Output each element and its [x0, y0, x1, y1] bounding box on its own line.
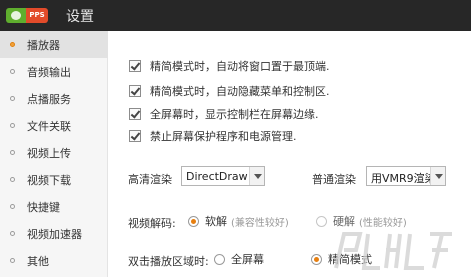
bullet-icon	[10, 42, 15, 47]
sidebar-item-shortcuts[interactable]: 快捷键	[0, 193, 108, 220]
settings-sidebar: 播放器 音频输出 点播服务 文件关联 视频上传 视频下载 快捷键 视频加速器 其…	[0, 31, 108, 277]
sidebar-item-other[interactable]: 其他	[0, 247, 108, 274]
bullet-icon	[10, 123, 15, 128]
decode-hardware-radio[interactable]	[316, 215, 327, 227]
sidebar-item-label: 音频输出	[27, 66, 71, 79]
logo-green-mark	[6, 8, 26, 23]
dblclick-fullscreen-radio[interactable]	[214, 253, 225, 265]
chevron-down-icon	[430, 167, 445, 185]
decode-software-label: 软解	[205, 215, 227, 228]
bullet-icon	[10, 150, 15, 155]
option-topmost-row[interactable]: 精简模式时，自动将窗口置于最顶端.	[129, 58, 330, 74]
app-logo: PPS	[6, 8, 48, 23]
sidebar-item-label: 文件关联	[27, 120, 71, 133]
bullet-icon	[10, 69, 15, 74]
option-label: 精简模式时，自动隐藏菜单和控制区.	[150, 85, 330, 98]
sidebar-item-file-association[interactable]: 文件关联	[0, 112, 108, 139]
decode-label: 视频解码:	[128, 217, 176, 230]
hd-render-value: DirectDraw	[186, 170, 248, 183]
sidebar-item-video-accelerator[interactable]: 视频加速器	[0, 220, 108, 247]
decode-software-option[interactable]: 软解 (兼容性较好)	[188, 213, 289, 229]
normal-render-select[interactable]: 用VMR9渲染	[366, 166, 446, 186]
normal-render-value: 用VMR9渲染	[371, 172, 431, 185]
bullet-icon	[10, 204, 15, 209]
sidebar-item-video-download[interactable]: 视频下载	[0, 166, 108, 193]
option-label: 禁止屏幕保护程序和电源管理.	[150, 130, 297, 143]
hd-render-select[interactable]: DirectDraw	[181, 166, 265, 186]
sidebar-item-vod-service[interactable]: 点播服务	[0, 85, 108, 112]
sidebar-item-label: 视频加速器	[27, 228, 82, 241]
bullet-icon	[10, 177, 15, 182]
option-label: 精简模式时，自动将窗口置于最顶端.	[150, 60, 330, 73]
decode-hardware-label: 硬解	[333, 215, 355, 228]
hd-render-label: 高清渲染	[128, 173, 172, 186]
option-disable-screensaver-checkbox[interactable]	[129, 130, 141, 142]
option-label: 全屏幕时，显示控制栏在屏幕边缘.	[150, 108, 319, 121]
decode-hardware-option[interactable]: 硬解 (性能较好)	[316, 213, 407, 229]
sidebar-item-player[interactable]: 播放器	[0, 31, 108, 58]
normal-render-label: 普通渲染	[312, 173, 356, 186]
option-disable-screensaver-row[interactable]: 禁止屏幕保护程序和电源管理.	[129, 128, 297, 144]
decode-hardware-note: (性能较好)	[359, 217, 407, 229]
dblclick-fullscreen-label: 全屏幕	[231, 253, 264, 266]
sidebar-item-audio-output[interactable]: 音频输出	[0, 58, 108, 85]
dblclick-fullscreen-option[interactable]: 全屏幕	[214, 251, 264, 267]
bullet-icon	[10, 258, 15, 263]
sidebar-item-label: 视频下载	[27, 174, 71, 187]
sidebar-item-label: 视频上传	[27, 147, 71, 160]
title-bar: PPS 设置	[0, 0, 471, 31]
dblclick-label: 双击播放区域时:	[128, 255, 209, 268]
sidebar-item-label: 快捷键	[27, 201, 60, 214]
decode-software-note: (兼容性较好)	[231, 217, 289, 229]
logo-badge: PPS	[26, 8, 48, 23]
sidebar-item-video-upload[interactable]: 视频上传	[0, 139, 108, 166]
bullet-icon	[10, 96, 15, 101]
bullet-icon	[10, 231, 15, 236]
sidebar-item-label: 播放器	[27, 39, 60, 52]
window-title: 设置	[66, 9, 94, 25]
option-fullscreen-controls-row[interactable]: 全屏幕时，显示控制栏在屏幕边缘.	[129, 106, 319, 122]
chevron-down-icon	[249, 167, 264, 185]
option-hide-menu-row[interactable]: 精简模式时，自动隐藏菜单和控制区.	[129, 83, 330, 99]
watermark-logo	[334, 232, 452, 270]
option-fullscreen-controls-checkbox[interactable]	[129, 108, 141, 120]
sidebar-item-label: 点播服务	[27, 93, 71, 106]
sidebar-item-label: 其他	[27, 255, 49, 268]
decode-software-radio[interactable]	[188, 215, 199, 227]
dblclick-compact-radio[interactable]	[311, 253, 322, 265]
option-topmost-checkbox[interactable]	[129, 60, 141, 72]
option-hide-menu-checkbox[interactable]	[129, 85, 141, 97]
